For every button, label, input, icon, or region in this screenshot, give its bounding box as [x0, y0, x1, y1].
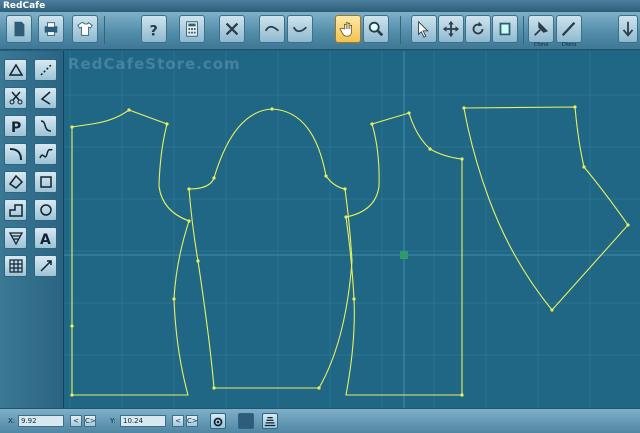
drawing-canvas[interactable]: RedCafeStore.com [64, 51, 640, 408]
arrow-pointer-icon [418, 20, 429, 38]
delete-button[interactable] [219, 15, 245, 43]
pin-button[interactable] [528, 15, 554, 43]
y-coordinate-label: Y: [110, 417, 116, 425]
x-prev-button[interactable]: < [70, 415, 82, 427]
tshirt-icon [77, 22, 93, 36]
scissors-icon [9, 91, 22, 105]
rectangle-tool[interactable] [34, 171, 57, 193]
text-tool[interactable]: A [34, 227, 57, 249]
calculator-button[interactable] [179, 15, 205, 43]
mirror-button[interactable] [492, 15, 518, 43]
gear-icon [213, 417, 223, 427]
garment-button[interactable] [72, 15, 98, 43]
main-toolbar: ? Cfono Cfono [0, 12, 640, 50]
grid-tool[interactable] [4, 255, 27, 277]
freehand-tool[interactable] [34, 143, 57, 165]
window-title: RedCafe [3, 1, 46, 11]
curve-tool[interactable] [34, 115, 57, 137]
question-icon: ? [150, 23, 158, 38]
dart-tool[interactable] [4, 171, 27, 193]
close-x-icon [225, 22, 239, 36]
pattern-piece-back[interactable] [71, 109, 190, 396]
watermark-text: RedCafeStore.com [68, 55, 241, 73]
zoom-button[interactable] [363, 15, 389, 43]
hand-icon [339, 22, 352, 37]
pattern-piece-sleeve[interactable] [188, 108, 353, 389]
diagonal-arrow-icon [39, 260, 52, 272]
rotate-button[interactable] [465, 15, 491, 43]
window-title-bar: RedCafe [0, 0, 640, 12]
s-curve-icon [40, 120, 51, 132]
circle-icon [39, 204, 52, 216]
toolbar-separator [400, 16, 401, 44]
parallel-tool[interactable]: P [4, 115, 27, 137]
pen-icon [561, 21, 576, 37]
fan-tool[interactable] [4, 227, 27, 249]
stack-icon [264, 416, 276, 427]
layers-button[interactable] [262, 413, 278, 429]
printer-icon [44, 22, 58, 36]
new-page-icon [14, 21, 25, 37]
x-next-button[interactable]: C> [84, 415, 96, 427]
mirror-icon [499, 22, 511, 36]
y-coordinate-field[interactable]: 10.24 [120, 415, 166, 427]
circle-tool[interactable] [34, 199, 57, 221]
pattern-piece-panel[interactable] [463, 106, 629, 311]
magnifier-icon [368, 21, 384, 37]
triangle-icon [8, 63, 23, 76]
arc-corner-icon [9, 148, 22, 161]
new-page-button[interactable] [6, 15, 32, 43]
square-icon [39, 176, 52, 188]
drawing-tools-panel: P A [0, 51, 64, 408]
svg-text:?: ? [150, 23, 158, 38]
move-arrows-icon [442, 20, 460, 38]
measure-tool[interactable] [34, 255, 57, 277]
letter-p-icon: P [11, 120, 21, 134]
x-coordinate-field[interactable]: 9.92 [18, 415, 64, 427]
toolbar-separator [523, 16, 524, 44]
status-indicator [238, 413, 254, 429]
angle-tool[interactable] [34, 87, 57, 109]
fan-shape-icon [8, 232, 23, 246]
rotate-icon [472, 21, 484, 35]
down-arrow-icon [622, 21, 634, 37]
arc-tool[interactable] [4, 143, 27, 165]
letter-a-icon: A [40, 232, 51, 246]
dotted-line-icon [39, 64, 52, 76]
angle-icon [40, 91, 50, 105]
y-next-button[interactable]: C> [186, 415, 198, 427]
step-tool[interactable] [4, 199, 27, 221]
wave-icon [38, 148, 53, 159]
pen-button-label: Cfono [561, 42, 577, 48]
move-button[interactable] [438, 15, 464, 43]
snap-settings-button[interactable] [210, 413, 226, 429]
pen-button[interactable] [556, 15, 582, 43]
pin-button-label: Cfono [533, 42, 549, 48]
extra-button[interactable] [618, 15, 638, 43]
help-button[interactable]: ? [141, 15, 167, 43]
redo-button[interactable] [287, 15, 313, 43]
undo-curve-icon [264, 25, 279, 32]
pin-icon [534, 21, 549, 36]
triangle-tool[interactable] [4, 59, 27, 81]
toolbar-separator [104, 16, 105, 44]
pan-hand-button[interactable] [335, 15, 361, 43]
point-line-tool[interactable] [34, 59, 57, 81]
y-prev-button[interactable]: < [172, 415, 184, 427]
svg-text:A: A [40, 232, 51, 246]
dart-icon [8, 174, 23, 189]
grid-icon [8, 259, 23, 273]
undo-button[interactable] [259, 15, 285, 43]
calculator-icon [186, 21, 198, 37]
step-shape-icon [8, 204, 23, 217]
pattern-drawing [64, 51, 640, 408]
redo-curve-icon [292, 26, 307, 33]
status-bar: X: 9.92 < C> Y: 10.24 < C> [0, 408, 640, 433]
x-coordinate-label: X: [8, 417, 16, 425]
scissors-tool[interactable] [4, 87, 27, 109]
svg-text:P: P [11, 120, 21, 134]
select-button[interactable] [411, 15, 437, 43]
print-button[interactable] [38, 15, 64, 43]
